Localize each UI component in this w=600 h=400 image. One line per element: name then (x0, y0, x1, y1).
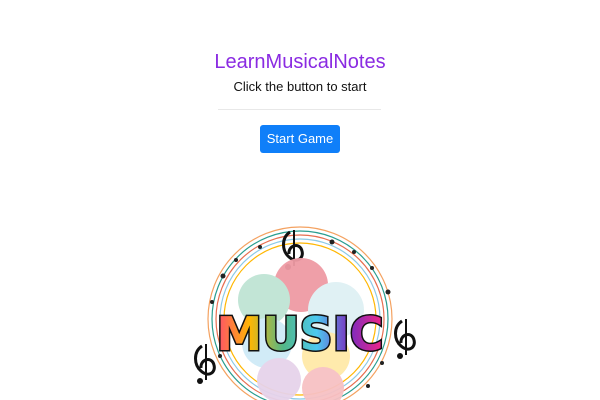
treble-clef-icon (194, 344, 216, 384)
music-wordmark: MUSIC (215, 306, 385, 363)
page-subtitle: Click the button to start (233, 79, 367, 94)
treble-clef-icon (394, 319, 416, 359)
svg-text:MUSIC: MUSIC (216, 307, 383, 361)
start-game-button[interactable]: Start Game (260, 125, 340, 153)
header-divider (218, 109, 381, 110)
music-logo-icon: MUSIC (194, 226, 416, 400)
music-logo: MUSIC (178, 218, 422, 400)
page-title: LearnMusicalNotes (214, 51, 386, 73)
